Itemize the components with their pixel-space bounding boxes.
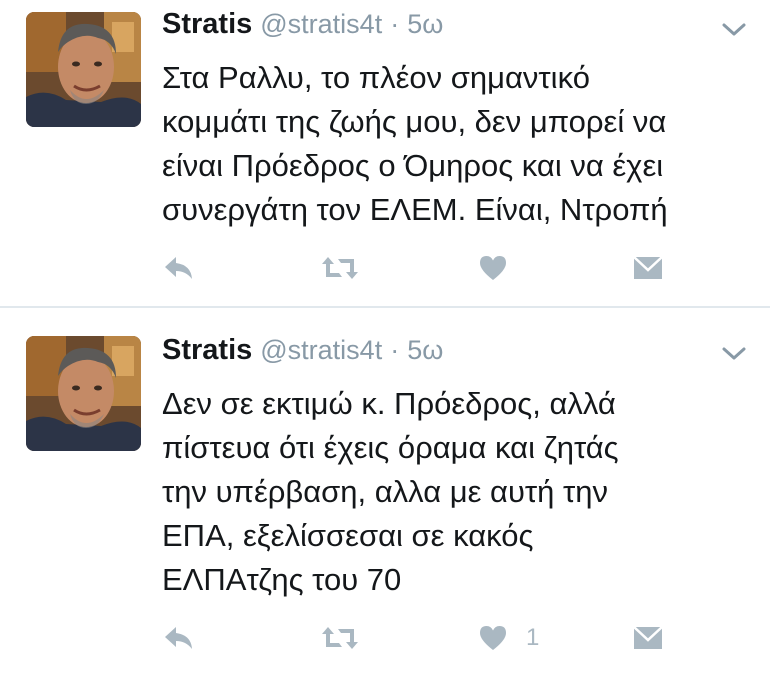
- reply-button[interactable]: [162, 618, 196, 658]
- heart-icon: [478, 254, 508, 282]
- tweet-text-line: Στα Ραλλυ, το πλέον σημαντικό: [162, 60, 590, 95]
- tweet-text-line: κομμάτι της ζωής μου, δεν μπορεί να: [162, 104, 667, 139]
- direct-message-icon: [632, 624, 664, 652]
- tweet-text-line: Δεν σε εκτιμώ κ. Πρόεδρος, αλλά: [162, 386, 616, 421]
- tweet-text: Δεν σε εκτιμώ κ. Πρόεδρος, αλλά πίστευα …: [162, 382, 752, 602]
- tweet-text: Στα Ραλλυ, το πλέον σημαντικό κομμάτι τη…: [162, 56, 752, 232]
- tweet-text-line: την υπέρβαση, αλλα με αυτή την: [162, 474, 608, 509]
- chevron-down-icon[interactable]: [720, 344, 748, 364]
- tweet-actions: [162, 248, 722, 288]
- tweet-header: Stratis @stratis4t · 5ω: [162, 8, 443, 48]
- chevron-down-icon[interactable]: [720, 20, 748, 40]
- avatar[interactable]: [26, 12, 141, 127]
- heart-icon: [478, 624, 508, 652]
- reply-icon: [162, 253, 196, 283]
- retweet-button[interactable]: [320, 248, 360, 288]
- tweet-actions: 1: [162, 618, 722, 658]
- user-name[interactable]: Stratis: [162, 8, 252, 41]
- timestamp[interactable]: 5ω: [407, 335, 443, 366]
- user-handle[interactable]: @stratis4t: [260, 9, 382, 40]
- user-handle[interactable]: @stratis4t: [260, 335, 382, 366]
- like-button[interactable]: [478, 248, 526, 288]
- like-button[interactable]: 1: [478, 618, 539, 658]
- timestamp[interactable]: 5ω: [407, 9, 443, 40]
- tweet-text-line: είναι Πρόεδρος ο Όμηρος και να έχει: [162, 148, 664, 183]
- reply-button[interactable]: [162, 248, 196, 288]
- tweet[interactable]: Stratis @stratis4t · 5ω Στα Ραλλυ, το πλ…: [0, 0, 770, 306]
- tweet-text-line: ΕΛΠΑτζης του 70: [162, 562, 402, 597]
- avatar[interactable]: [26, 336, 141, 451]
- reply-icon: [162, 623, 196, 653]
- like-count: 1: [526, 624, 540, 651]
- direct-message-button[interactable]: [632, 618, 664, 658]
- tweet-text-line: πίστευα ότι έχεις όραμα και ζητάς: [162, 430, 619, 465]
- retweet-icon: [320, 623, 360, 653]
- direct-message-button[interactable]: [632, 248, 664, 288]
- retweet-button[interactable]: [320, 618, 360, 658]
- tweet-text-line: ΕΠΑ, εξελίσσεσαι σε κακός: [162, 518, 534, 553]
- tweet[interactable]: Stratis @stratis4t · 5ω Δεν σε εκτιμώ κ.…: [0, 308, 770, 677]
- separator-dot: ·: [390, 9, 400, 39]
- user-name[interactable]: Stratis: [162, 334, 252, 367]
- retweet-icon: [320, 253, 360, 283]
- direct-message-icon: [632, 254, 664, 282]
- separator-dot: ·: [390, 335, 400, 365]
- tweet-header: Stratis @stratis4t · 5ω: [162, 334, 443, 374]
- tweet-text-line: συνεργάτη τον ΕΛΕΜ. Είναι, Ντροπή: [162, 192, 668, 227]
